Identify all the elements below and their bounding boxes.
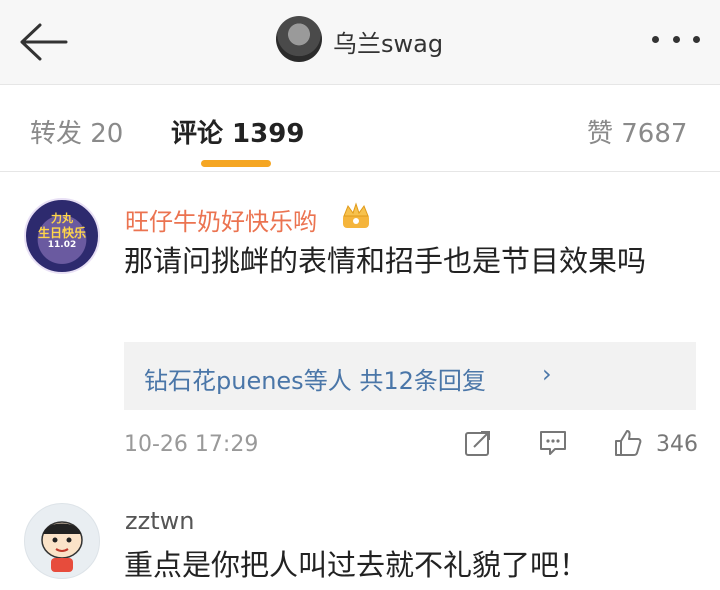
top-bar: 乌兰swag [0,0,720,84]
comment-text: 那请问挑衅的表情和招手也是节目效果吗 [124,244,647,278]
tab-likes[interactable]: 赞 7687 [587,113,687,150]
comment-text: 重点是你把人叫过去就不礼貌了吧！ [124,548,589,582]
page-title[interactable]: 乌兰swag [333,24,443,59]
avatar[interactable] [24,503,100,579]
avatar-text: 11.02 [47,240,77,250]
author-avatar[interactable] [276,16,322,62]
tab-bar: 转发 20 评论 1399 赞 7687 [0,84,720,172]
vip-crown-icon [343,202,369,228]
comment-icon[interactable] [538,428,568,458]
tab-comments[interactable]: 评论 1399 [171,113,304,150]
tab-repost[interactable]: 转发 20 [30,113,123,150]
replies-summary[interactable]: 钻石花puenes等人 共12条回复 › [124,342,696,410]
like-icon[interactable] [613,428,643,458]
cartoon-avatar-icon [41,521,83,572]
chevron-right-icon: › [542,360,552,388]
active-tab-indicator [201,160,271,167]
arrow-left-icon[interactable] [18,22,70,62]
comment-timestamp: 10-26 17:29 [124,432,259,457]
more-dots-icon[interactable] [652,36,700,46]
comment-username[interactable]: zztwn [125,507,194,535]
share-icon[interactable] [463,428,493,458]
comment-username[interactable]: 旺仔牛奶好快乐哟 [125,202,317,237]
replies-summary-label: 钻石花puenes等人 共12条回复 [144,367,486,395]
like-count: 346 [656,432,698,457]
avatar-text: 生日快乐 [37,226,86,240]
avatar[interactable]: 力丸 生日快乐 11.02 [24,198,100,274]
